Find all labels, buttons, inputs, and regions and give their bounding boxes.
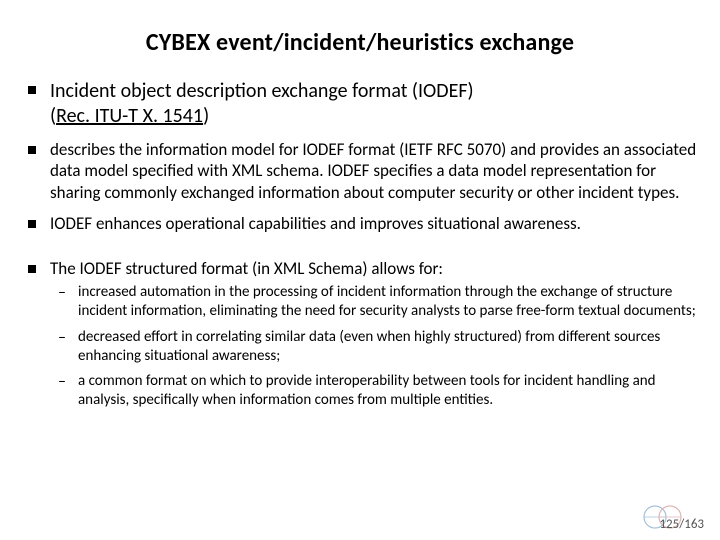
text: The IODEF structured format (in XML Sche… <box>50 258 443 279</box>
iodef-link[interactable]: Rec. ITU-T X. 1541 <box>56 104 203 128</box>
sub-correlation: decreased effort in correlating similar … <box>78 328 698 366</box>
page-number: 125/163 <box>659 517 704 532</box>
bullet-describes: describes the information model for IODE… <box>50 139 698 203</box>
bullet-enhances: IODEF enhances operational capabilities … <box>50 213 698 234</box>
bullet-list: Incident object description exchange for… <box>16 79 704 410</box>
paren-close: ) <box>203 104 209 128</box>
slide: CYBEX event/incident/heuristics exchange… <box>0 0 720 540</box>
text: Incident object description exchange for… <box>50 79 474 103</box>
sub-interop: a common format on which to provide inte… <box>78 372 698 410</box>
sub-list: increased automation in the processing o… <box>50 279 698 410</box>
bullet-iodef-heading: Incident object description exchange for… <box>50 79 698 129</box>
slide-title: CYBEX event/incident/heuristics exchange <box>16 28 704 57</box>
sub-automation: increased automation in the processing o… <box>78 283 698 321</box>
bullet-allows-for: The IODEF structured format (in XML Sche… <box>50 258 698 410</box>
